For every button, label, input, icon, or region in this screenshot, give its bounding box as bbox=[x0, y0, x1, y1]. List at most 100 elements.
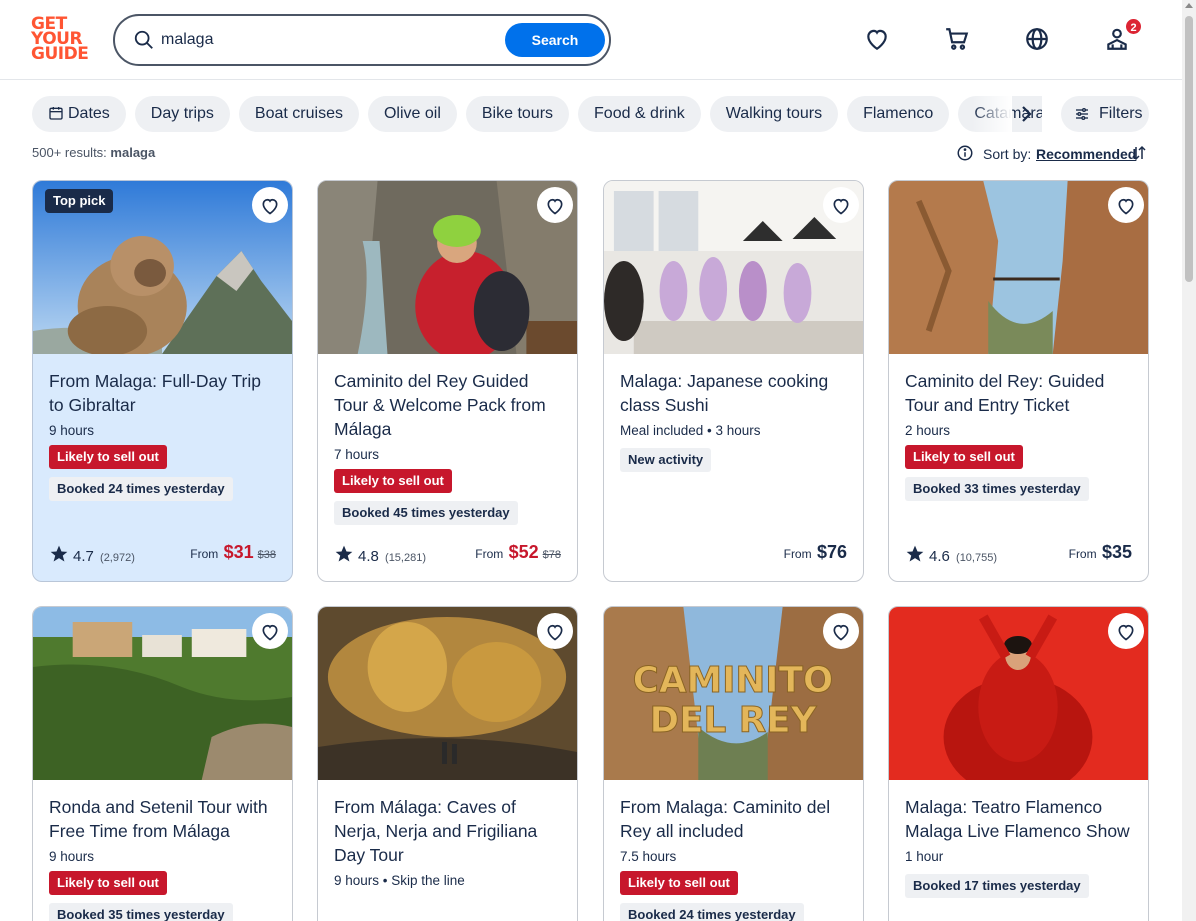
star-icon bbox=[335, 545, 353, 562]
info-icon[interactable] bbox=[956, 144, 974, 162]
star-icon bbox=[50, 545, 68, 562]
heart-icon bbox=[833, 198, 849, 215]
activity-card[interactable]: Top pick From Malaga: Full-Day Trip to G… bbox=[32, 180, 293, 582]
review-count: (10,755) bbox=[956, 552, 998, 564]
card-image[interactable] bbox=[33, 607, 292, 780]
chips-fade bbox=[972, 96, 1012, 132]
price: From $35 bbox=[1069, 542, 1132, 563]
card-image[interactable] bbox=[318, 607, 577, 780]
wishlist-button[interactable] bbox=[1108, 613, 1144, 649]
card-title[interactable]: From Málaga: Caves of Nerja, Nerja and F… bbox=[334, 795, 561, 867]
card-image[interactable]: Top pick bbox=[33, 181, 292, 354]
chip-bike-tours[interactable]: Bike tours bbox=[465, 96, 570, 132]
old-price: $78 bbox=[542, 549, 561, 561]
heart-icon bbox=[262, 198, 278, 215]
likely-to-sell-out-badge: Likely to sell out bbox=[620, 871, 738, 895]
card-title[interactable]: Caminito del Rey: Guided Tour and Entry … bbox=[905, 369, 1132, 417]
price: From $76 bbox=[784, 542, 847, 563]
price: From $52 $78 bbox=[475, 542, 561, 563]
card-title[interactable]: From Malaga: Full-Day Trip to Gibraltar bbox=[49, 369, 276, 417]
card-duration: Meal included • 3 hours bbox=[620, 423, 761, 438]
card-duration: 1 hour bbox=[905, 849, 944, 864]
calendar-icon bbox=[49, 107, 63, 120]
activity-card[interactable]: CAMINITO DEL REY From Malaga: Caminito d… bbox=[603, 606, 864, 921]
likely-to-sell-out-badge: Likely to sell out bbox=[905, 445, 1023, 469]
price-prefix: From bbox=[1068, 547, 1097, 561]
activity-card[interactable]: Ronda and Setenil Tour with Free Time fr… bbox=[32, 606, 293, 921]
rating: 4.8 (15,281) bbox=[334, 544, 426, 565]
wishlist-button[interactable] bbox=[1108, 187, 1144, 223]
likely-to-sell-out-badge: Likely to sell out bbox=[49, 871, 167, 895]
wishlist-button[interactable] bbox=[823, 187, 859, 223]
activity-card[interactable]: Caminito del Rey: Guided Tour and Entry … bbox=[888, 180, 1149, 582]
activity-card[interactable]: Malaga: Japanese cooking class Sushi Mea… bbox=[603, 180, 864, 582]
card-image[interactable] bbox=[889, 607, 1148, 780]
sort-value[interactable]: Recommended bbox=[1036, 144, 1136, 164]
chip-dates[interactable]: Dates bbox=[32, 96, 126, 132]
price: From $31 $38 bbox=[190, 542, 276, 563]
heart-icon bbox=[262, 624, 278, 641]
rating-value: 4.8 bbox=[358, 548, 379, 565]
chip-walking-tours[interactable]: Walking tours bbox=[709, 96, 839, 132]
rating-value: 4.6 bbox=[929, 548, 950, 565]
wishlist-button[interactable] bbox=[252, 613, 288, 649]
activity-card[interactable]: From Málaga: Caves of Nerja, Nerja and F… bbox=[317, 606, 578, 921]
rating-value: 4.7 bbox=[73, 548, 94, 565]
chip-boat-cruises[interactable]: Boat cruises bbox=[238, 96, 359, 132]
wishlist-button[interactable] bbox=[823, 613, 859, 649]
review-count: (15,281) bbox=[385, 552, 427, 564]
search-icon bbox=[134, 30, 153, 49]
heart-icon bbox=[1118, 624, 1134, 641]
card-title[interactable]: From Malaga: Caminito del Rey all includ… bbox=[620, 795, 847, 843]
booked-badge: Booked 45 times yesterday bbox=[334, 501, 518, 525]
search-input[interactable] bbox=[161, 25, 501, 55]
chevron-right-icon[interactable] bbox=[1014, 102, 1038, 126]
chip-flamenco[interactable]: Flamenco bbox=[847, 96, 950, 132]
activity-card[interactable]: Caminito del Rey Guided Tour & Welcome P… bbox=[317, 180, 578, 582]
card-title[interactable]: Malaga: Japanese cooking class Sushi bbox=[620, 369, 847, 417]
card-duration: 7.5 hours bbox=[620, 849, 677, 864]
search-button[interactable]: Search bbox=[505, 23, 605, 57]
price-prefix: From bbox=[783, 547, 812, 561]
card-image[interactable] bbox=[889, 181, 1148, 354]
heart-icon bbox=[547, 624, 563, 641]
getyourguide-logo[interactable]: GET YOUR GUIDE bbox=[31, 16, 91, 64]
chip-olive-oil[interactable]: Olive oil bbox=[367, 96, 457, 132]
wishlist-button[interactable] bbox=[537, 187, 573, 223]
heart-icon[interactable] bbox=[864, 26, 890, 52]
wishlist-button[interactable] bbox=[252, 187, 288, 223]
poster-text-line-2: DEL REY bbox=[649, 700, 817, 741]
scrollbar[interactable] bbox=[1182, 0, 1196, 921]
heart-icon bbox=[833, 624, 849, 641]
filters-label: Filters bbox=[1099, 105, 1143, 122]
logo-line-3: GUIDE bbox=[31, 44, 89, 64]
card-duration: 9 hours bbox=[49, 423, 95, 438]
star-icon bbox=[906, 545, 924, 562]
booked-badge: Booked 17 times yesterday bbox=[905, 874, 1089, 898]
card-image[interactable]: CAMINITO DEL REY bbox=[604, 607, 863, 780]
card-title[interactable]: Malaga: Teatro Flamenco Malaga Live Flam… bbox=[905, 795, 1132, 843]
sort-arrows-icon[interactable] bbox=[1130, 144, 1148, 162]
filters-button[interactable]: Filters bbox=[1061, 96, 1149, 132]
scroll-up-arrow[interactable] bbox=[1185, 3, 1193, 8]
card-title[interactable]: Caminito del Rey Guided Tour & Welcome P… bbox=[334, 369, 561, 441]
heart-icon bbox=[1118, 198, 1134, 215]
card-duration: 9 hours bbox=[49, 849, 95, 864]
wishlist-button[interactable] bbox=[537, 613, 573, 649]
chip-day-trips[interactable]: Day trips bbox=[134, 96, 230, 132]
globe-icon[interactable] bbox=[1024, 26, 1050, 52]
card-image[interactable] bbox=[604, 181, 863, 354]
activity-card[interactable]: Malaga: Teatro Flamenco Malaga Live Flam… bbox=[888, 606, 1149, 921]
price-amount: $35 bbox=[1101, 542, 1132, 562]
site-header: GET YOUR GUIDE Search 2 bbox=[0, 0, 1182, 80]
card-image[interactable] bbox=[318, 181, 577, 354]
search-bar: Search bbox=[113, 14, 611, 66]
card-duration: 2 hours bbox=[905, 423, 951, 438]
results-count: 500+ results: bbox=[32, 145, 107, 160]
card-title[interactable]: Ronda and Setenil Tour with Free Time fr… bbox=[49, 795, 276, 843]
price-amount: $31 bbox=[223, 542, 254, 562]
chip-food-drink[interactable]: Food & drink bbox=[578, 96, 701, 132]
booked-badge: Booked 24 times yesterday bbox=[49, 477, 233, 501]
scroll-thumb[interactable] bbox=[1185, 16, 1193, 282]
cart-icon[interactable] bbox=[944, 26, 970, 52]
